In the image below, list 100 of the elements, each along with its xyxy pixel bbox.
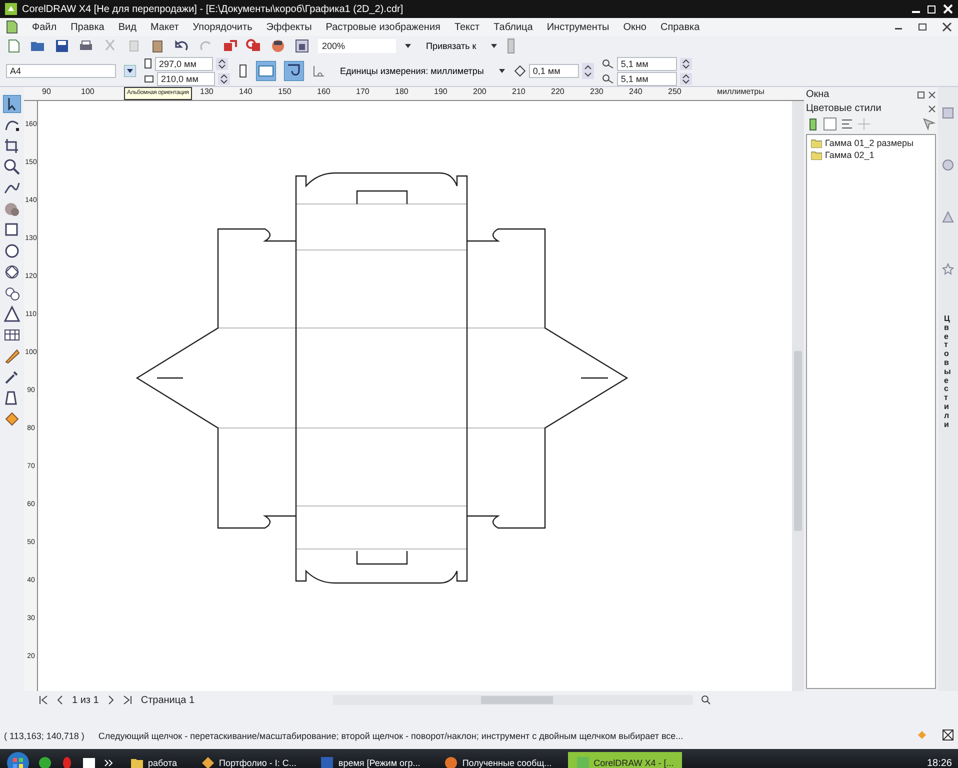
clock: 18:26 (926, 758, 952, 768)
docker-tab[interactable]: Цветовые стили (944, 315, 952, 430)
portrait-page-icon (144, 58, 152, 69)
select-icon[interactable] (922, 117, 936, 131)
close-icon[interactable] (928, 90, 936, 98)
ruler-label: 150 (278, 87, 292, 96)
start-icon[interactable] (6, 751, 30, 768)
taskbar-button[interactable]: CorelDRAW X4 - [... (568, 752, 682, 768)
scroll-thumb[interactable] (794, 351, 802, 531)
pick-tool-icon[interactable] (3, 95, 21, 113)
page-counter: 1 из 1 (72, 694, 99, 706)
edit-icon[interactable] (840, 117, 854, 131)
new-child-icon[interactable] (823, 117, 837, 131)
docker-tab-icon[interactable] (942, 107, 954, 119)
chevron-icon[interactable] (104, 758, 114, 768)
page-size-field[interactable]: A4 (6, 64, 116, 78)
spinner-icon[interactable] (216, 58, 228, 70)
dropdown-arrow-icon[interactable] (490, 42, 498, 50)
menu-item[interactable]: Текст (454, 22, 480, 32)
app-icon (4, 2, 18, 16)
style-folder-item[interactable]: Гамма 02_1 (810, 150, 932, 160)
ruler-label: 90 (42, 87, 52, 96)
duplicate-y-field[interactable]: 5,1 мм (616, 72, 677, 86)
menu-item[interactable]: Инструменты (546, 22, 610, 32)
next-page-icon[interactable] (106, 695, 115, 705)
style-folder-item[interactable]: Гамма 01_2 размеры (810, 138, 932, 148)
menu-item[interactable]: Таблица (494, 22, 533, 32)
diamond-icon (201, 756, 215, 768)
menu-item[interactable]: Файл (32, 22, 57, 32)
menu-item[interactable]: Эффекты (266, 22, 312, 32)
page-tab[interactable]: Страница 1 (140, 694, 195, 706)
close-icon[interactable] (928, 104, 936, 112)
zoom-field[interactable]: 200% (318, 39, 396, 53)
docker-title: Окна (806, 89, 830, 100)
spinner-icon[interactable] (218, 72, 230, 84)
ruler-label: 100 (81, 87, 96, 96)
last-page-icon[interactable] (122, 695, 133, 705)
taskbar-button[interactable]: Портфолио - I: C... (193, 752, 304, 768)
docker-tab-icon[interactable] (942, 211, 954, 223)
spinner-icon[interactable] (680, 58, 692, 70)
menu-item[interactable]: Справка (660, 22, 700, 32)
menu-item[interactable]: Вид (118, 22, 136, 32)
snap-dropdown[interactable]: Привязать к (420, 40, 482, 52)
app-icon[interactable] (38, 756, 52, 768)
restore-icon[interactable] (926, 3, 938, 15)
star-icon[interactable] (942, 263, 954, 275)
close-icon[interactable] (942, 22, 952, 32)
dropdown-arrow-icon[interactable] (124, 65, 136, 77)
dropdown-arrow-icon[interactable] (404, 42, 412, 50)
first-page-icon[interactable] (38, 695, 48, 705)
menu-item[interactable]: Правка (70, 22, 104, 32)
app-icon[interactable] (60, 756, 74, 768)
vertical-scrollbar[interactable] (792, 101, 804, 691)
ruler-label: 250 (668, 87, 682, 96)
taskbar-button[interactable]: Полученные сообщ... (436, 752, 560, 768)
cursor-coordinates: ( 113,163; 140,718 ) (4, 731, 84, 741)
portrait-button-icon[interactable] (238, 63, 248, 79)
menu-item[interactable]: Растровые изображения (326, 22, 440, 32)
height-field[interactable]: 210,0 мм (157, 72, 215, 86)
docker-tab-icon[interactable] (942, 159, 954, 171)
taskbar-button[interactable]: время [Режим огр... (312, 752, 428, 768)
spinner-icon[interactable] (582, 63, 594, 79)
new-icon[interactable] (6, 38, 22, 54)
units-dropdown[interactable]: Единицы измерения: миллиметры (334, 65, 490, 77)
zoom-icon[interactable] (700, 695, 711, 705)
rectangle-icon[interactable] (3, 221, 21, 239)
ruler-unit-label: миллиметры (717, 87, 764, 96)
save-icon[interactable] (54, 38, 70, 54)
page-layout-icon[interactable] (284, 61, 304, 81)
crop-tool-icon[interactable] (3, 137, 21, 155)
nudge-field[interactable]: 0,1 мм (528, 64, 579, 78)
ruler-label: 220 (551, 87, 566, 96)
pin-icon[interactable] (917, 90, 925, 98)
scroll-thumb[interactable] (480, 696, 553, 704)
zoom-icon[interactable] (3, 158, 21, 176)
landscape-button-icon[interactable] (256, 61, 276, 81)
duplicate-x-field[interactable]: 5,1 мм (616, 56, 677, 70)
ellipse-icon[interactable] (3, 242, 21, 260)
prev-page-icon[interactable] (56, 695, 64, 705)
ruler-label: 180 (395, 87, 410, 96)
restore-icon[interactable] (918, 22, 928, 32)
document-icon (320, 756, 334, 768)
pen-icon[interactable] (3, 347, 21, 365)
polygon-icon[interactable] (3, 263, 21, 281)
desktop-icon[interactable] (82, 756, 96, 768)
menu-item[interactable]: Упорядочить (192, 22, 252, 32)
folder-icon (130, 756, 144, 768)
menu-item[interactable]: Окно (623, 22, 646, 32)
ruler-label: 240 (629, 87, 644, 96)
ruler-label: 230 (590, 87, 604, 96)
duplicate-icon (602, 74, 614, 84)
menu-item[interactable]: Макет (150, 22, 179, 32)
folder-icon (811, 138, 822, 148)
taskbar-button[interactable]: работа (122, 752, 185, 768)
dropdown-arrow-icon[interactable] (498, 67, 506, 75)
width-field[interactable]: 297,0 мм (155, 56, 213, 70)
landscape-page-icon (144, 74, 154, 82)
horizontal-scrollbar[interactable] (332, 695, 693, 705)
window-title: CorelDRAW X4 [Не для перепродажи] - [E:\Документы\короб\Графика1 (2D_2).cdr] (22, 4, 404, 14)
spinner-icon[interactable] (680, 72, 692, 84)
